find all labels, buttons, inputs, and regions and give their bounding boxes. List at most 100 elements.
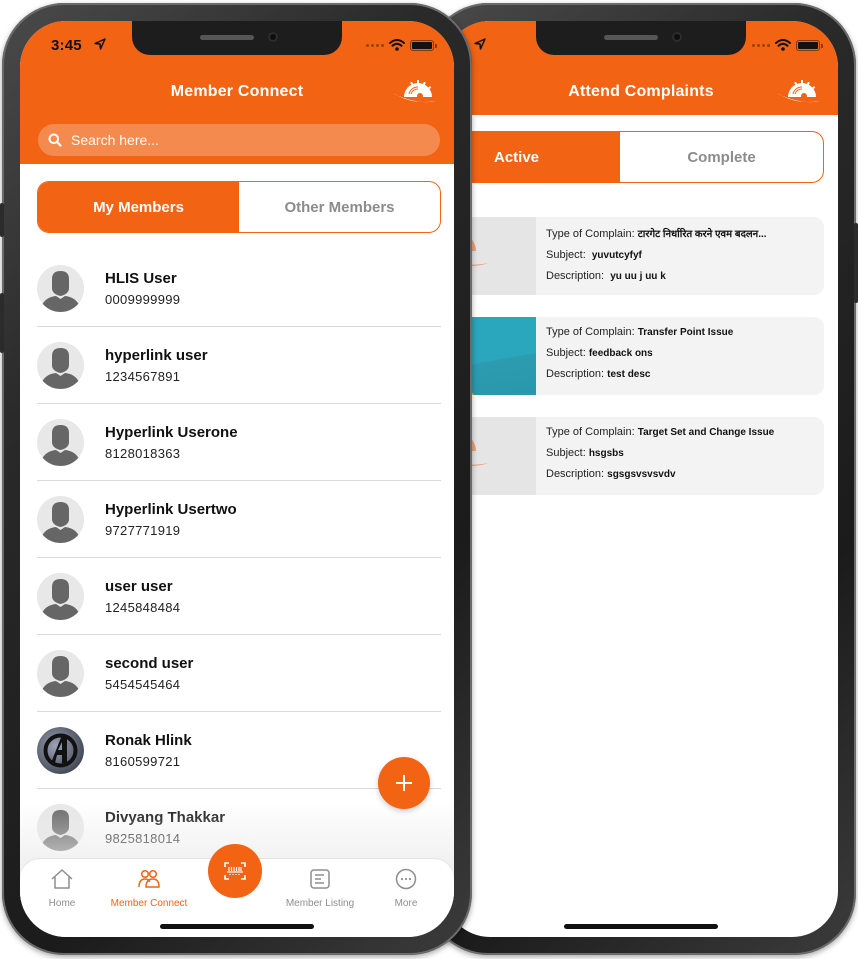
member-phone: 1245848484 [105, 599, 181, 615]
complaint-type: Transfer Point Issue [637, 327, 734, 338]
home-icon [51, 869, 73, 889]
signal-icon [752, 43, 770, 47]
avatar [37, 264, 84, 312]
signal-icon [366, 43, 384, 47]
tab-my-members[interactable]: My Members [38, 182, 239, 232]
avenger-logo-icon [37, 726, 84, 774]
page-title: Member Connect [170, 83, 304, 100]
member-type-toggle: My Members Other Members [37, 181, 441, 233]
member-name: hyperlink user [105, 346, 208, 364]
tab-member-listing[interactable]: Member Listing [275, 867, 365, 909]
member-info: Ronak Hlink 8160599721 [105, 732, 192, 769]
side-button [0, 293, 4, 353]
complaint-status-toggle: Active Complete [444, 131, 824, 183]
location-arrow-icon [94, 38, 106, 50]
avatar [37, 341, 84, 389]
home-indicator [564, 924, 718, 929]
member-name: Hyperlink Userone [105, 423, 238, 441]
saw-blade-helmet-logo-icon [777, 80, 820, 103]
member-info: second user 5454545464 [105, 655, 193, 692]
subject-label: Subject: [546, 249, 586, 261]
type-label: Type of Complain: [546, 326, 635, 338]
search-input[interactable] [71, 132, 440, 148]
side-button [0, 203, 4, 237]
member-phone: 5454545464 [105, 676, 181, 692]
default-user-icon [37, 649, 84, 697]
tab-more[interactable]: More [361, 867, 451, 909]
complaint-type: Target Set and Change Issue [637, 427, 775, 438]
complaint-type: टारगेट निर्धारित करने एवम बदलन... [637, 229, 767, 240]
tab-home[interactable]: Home [20, 867, 107, 909]
default-user-icon [37, 572, 84, 620]
complaint-subject: feedback ons [588, 348, 653, 359]
wifi-icon [775, 39, 791, 51]
default-user-icon [37, 495, 84, 543]
description-label: Description: [546, 270, 605, 282]
battery-icon [410, 39, 437, 51]
member-list-item[interactable]: Hyperlink Userone 8128018363 [37, 404, 441, 481]
complaint-description: yu uu j uu k [610, 271, 666, 282]
screen: Attend Complaints Active Complete Type o… [444, 21, 838, 937]
side-button [854, 223, 858, 303]
complaint-card[interactable]: Type of Complain: टारगेट निर्धारित करने … [444, 217, 824, 295]
location-arrow-icon [474, 38, 486, 50]
member-name: Ronak Hlink [105, 731, 192, 749]
more-icon [395, 868, 417, 890]
member-phone: 9727771919 [105, 522, 181, 538]
saw-blade-helmet-logo-icon [393, 80, 436, 103]
barcode-scan-icon [224, 862, 246, 880]
search-icon [48, 133, 62, 147]
users-icon [138, 869, 160, 888]
type-label: Type of Complain: [546, 228, 635, 240]
member-name: HLIS User [105, 269, 177, 287]
complaint-description: test desc [607, 369, 651, 380]
default-user-icon [37, 264, 84, 312]
phone-member-connect: 3:45 Member Connect My Members Other Mem… [0, 3, 472, 955]
member-name: user user [105, 577, 173, 595]
complaint-card[interactable]: Type of Complain: Transfer Point Issue S… [444, 317, 824, 395]
plus-icon [396, 775, 412, 791]
avatar [37, 495, 84, 543]
member-list-item[interactable]: hyperlink user 1234567891 [37, 327, 441, 404]
member-info: user user 1245848484 [105, 578, 180, 615]
member-info: HLIS User 0009999999 [105, 270, 180, 307]
member-phone: 0009999999 [105, 291, 181, 307]
complaint-subject: yuvutcyfyf [591, 250, 642, 261]
member-phone: 8160599721 [105, 753, 181, 769]
member-phone: 1234567891 [105, 368, 181, 384]
member-info: Hyperlink Usertwo 9727771919 [105, 501, 237, 538]
scan-barcode-button[interactable] [208, 844, 262, 898]
tab-complete[interactable]: Complete [620, 132, 823, 182]
add-member-button[interactable] [378, 757, 430, 809]
avatar [37, 649, 84, 697]
description-label: Description: [546, 468, 605, 480]
status-time: 3:45 [51, 37, 82, 54]
default-user-icon [37, 341, 84, 389]
member-name: Hyperlink Usertwo [105, 500, 237, 518]
member-info: Hyperlink Userone 8128018363 [105, 424, 238, 461]
default-user-icon [37, 418, 84, 466]
member-list-item[interactable]: Hyperlink Usertwo 9727771919 [37, 481, 441, 558]
phone-attend-complaints: Attend Complaints Active Complete Type o… [426, 3, 858, 955]
member-phone: 8128018363 [105, 445, 181, 461]
complaint-card[interactable]: Type of Complain: Target Set and Change … [444, 417, 824, 495]
type-label: Type of Complain: [546, 426, 635, 438]
search-bar [38, 124, 440, 156]
description-label: Description: [546, 368, 605, 380]
notch [536, 21, 746, 55]
member-name: second user [105, 654, 194, 672]
member-list-item[interactable]: HLIS User 0009999999 [37, 250, 441, 327]
list-icon [310, 869, 330, 889]
complaint-list: Type of Complain: टारगेट निर्धारित करने … [444, 217, 824, 517]
member-list-item[interactable]: user user 1245848484 [37, 558, 441, 635]
tab-other-members[interactable]: Other Members [239, 182, 440, 232]
notch [132, 21, 342, 55]
member-info: hyperlink user 1234567891 [105, 347, 208, 384]
wifi-icon [389, 39, 405, 51]
avatar [37, 418, 84, 466]
subject-label: Subject: [546, 447, 586, 459]
tab-member-connect[interactable]: Member Connect [104, 867, 194, 909]
home-indicator [160, 924, 314, 929]
complaint-description: sgsgsvsvsvdv [607, 469, 676, 480]
member-list-item[interactable]: second user 5454545464 [37, 635, 441, 712]
